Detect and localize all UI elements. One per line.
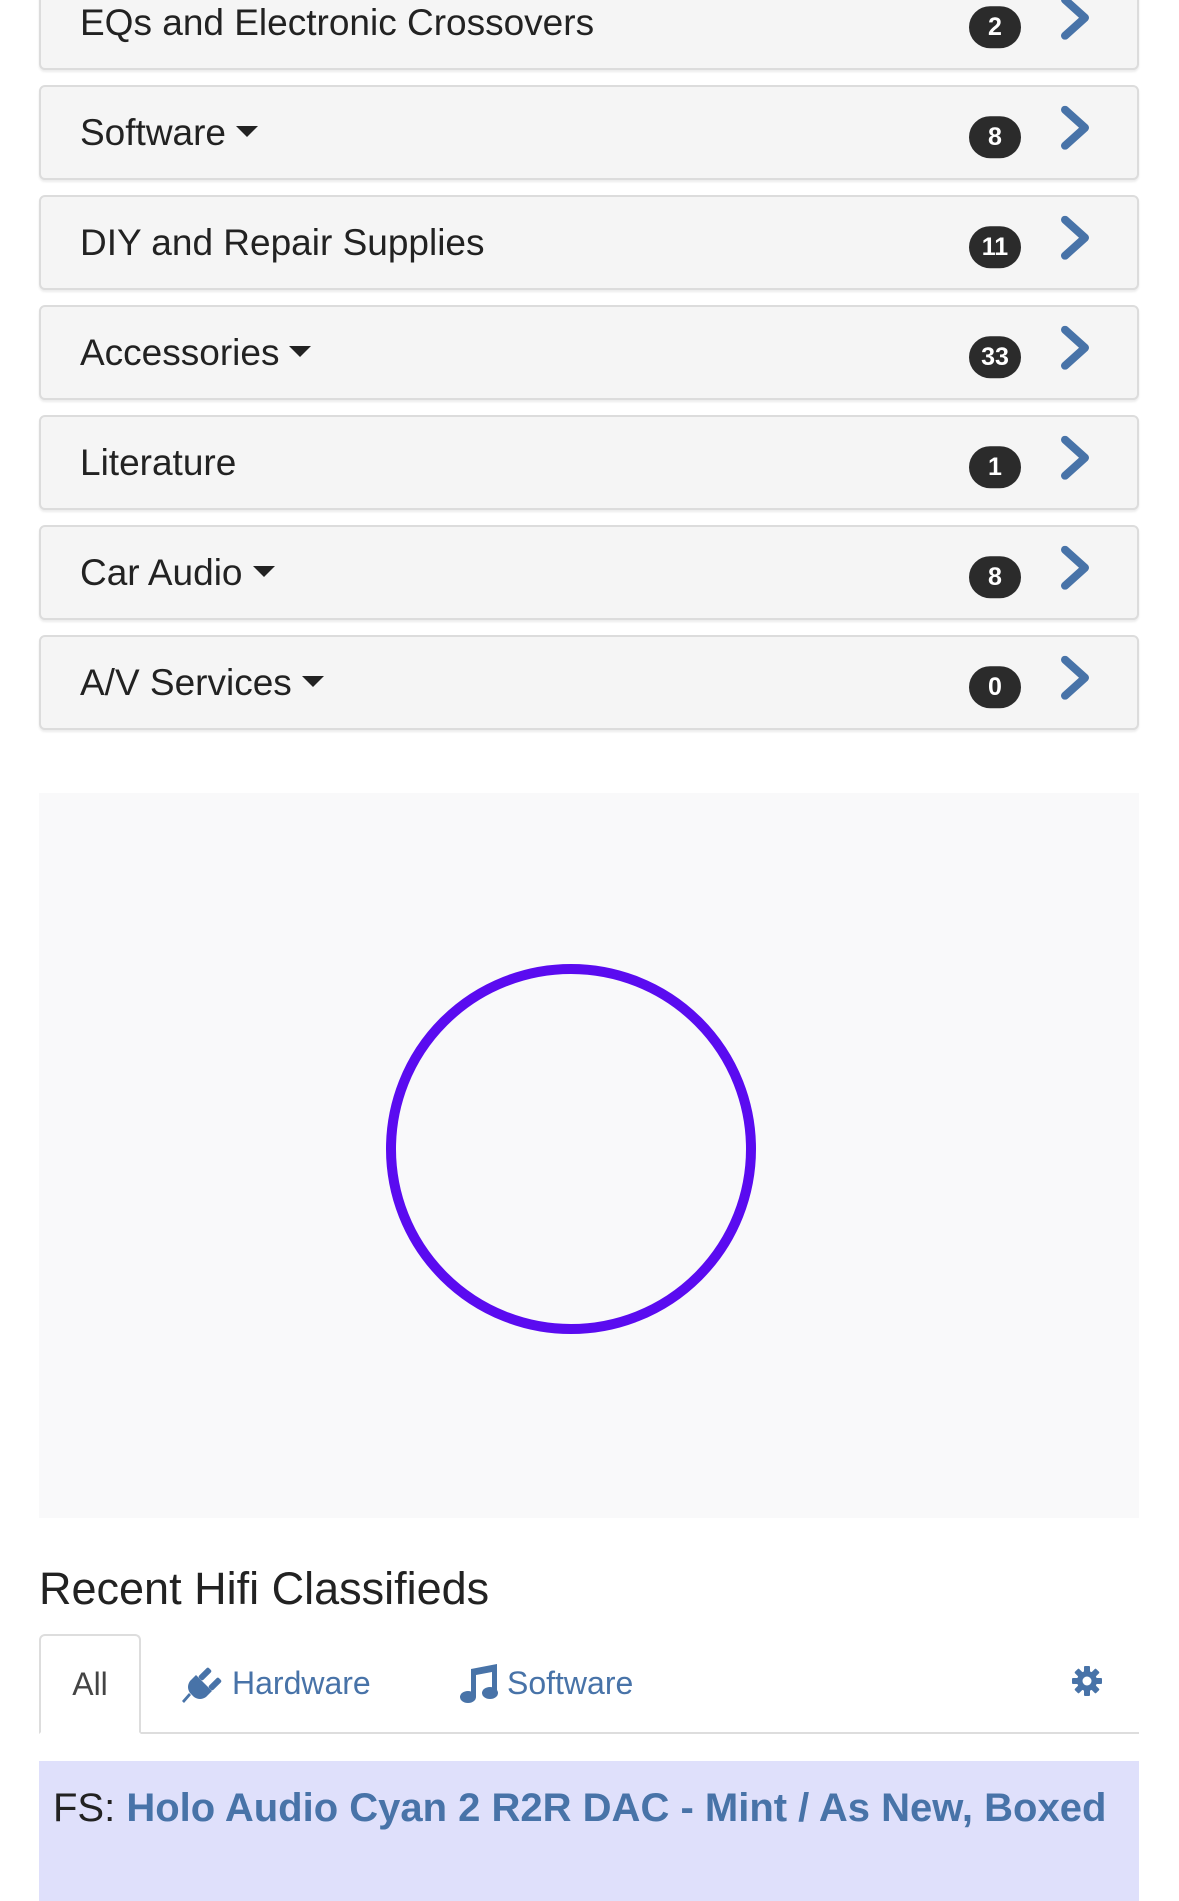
chevron-right-icon	[1061, 105, 1089, 150]
loading-spinner-icon	[386, 964, 756, 1334]
tab-software[interactable]: Software	[457, 1634, 633, 1732]
tab-hardware[interactable]: Hardware	[182, 1634, 371, 1732]
category-item-eqs[interactable]: EQs and Electronic Crossovers 2	[39, 0, 1139, 70]
count-badge: 33	[969, 335, 1021, 378]
chevron-right-icon	[1061, 215, 1089, 260]
caret-down-icon[interactable]	[301, 676, 324, 688]
category-item-av-services[interactable]: A/V Services 0	[39, 635, 1139, 730]
listing-prefix: FS:	[53, 1786, 127, 1830]
count-badge: 2	[969, 5, 1021, 48]
tab-label: Hardware	[232, 1664, 371, 1701]
count-badge: 8	[969, 555, 1021, 598]
category-item-software[interactable]: Software 8	[39, 85, 1139, 180]
caret-down-icon[interactable]	[252, 566, 275, 578]
caret-down-icon[interactable]	[289, 346, 312, 358]
category-list: EQs and Electronic Crossovers 2 Software…	[39, 0, 1139, 745]
chevron-right-icon	[1061, 435, 1089, 480]
caret-down-icon[interactable]	[236, 126, 259, 138]
plug-icon	[182, 1667, 222, 1703]
ad-loading-panel	[39, 793, 1139, 1518]
count-badge: 11	[969, 225, 1021, 268]
gear-icon[interactable]	[1071, 1665, 1103, 1697]
listing-item: FS: Holo Audio Cyan 2 R2R DAC - Mint / A…	[39, 1761, 1139, 1901]
tab-label: Software	[507, 1664, 634, 1701]
category-label: Car Audio	[80, 552, 275, 594]
category-item-diy-repair[interactable]: DIY and Repair Supplies 11	[39, 195, 1139, 290]
count-badge: 0	[969, 665, 1021, 708]
chevron-right-icon	[1061, 0, 1089, 40]
count-badge: 8	[969, 115, 1021, 158]
chevron-right-icon	[1061, 545, 1089, 590]
category-item-accessories[interactable]: Accessories 33	[39, 305, 1139, 400]
tab-label: All	[72, 1665, 108, 1702]
classifieds-tabs: All Hardware Software	[39, 1634, 1139, 1734]
chevron-right-icon	[1061, 325, 1089, 370]
tab-all[interactable]: All	[39, 1634, 141, 1734]
chevron-right-icon	[1061, 655, 1089, 700]
category-label: Literature	[80, 441, 237, 483]
category-label: Accessories	[80, 332, 312, 374]
category-label: EQs and Electronic Crossovers	[80, 1, 595, 43]
category-item-literature[interactable]: Literature 1	[39, 415, 1139, 510]
category-label: Software	[80, 112, 259, 154]
count-badge: 1	[969, 445, 1021, 488]
category-label: A/V Services	[80, 662, 324, 704]
section-title: Recent Hifi Classifieds	[39, 1563, 490, 1614]
listing-link[interactable]: Holo Audio Cyan 2 R2R DAC - Mint / As Ne…	[126, 1786, 1106, 1830]
music-note-icon	[460, 1664, 498, 1703]
category-item-car-audio[interactable]: Car Audio 8	[39, 525, 1139, 620]
category-label: DIY and Repair Supplies	[80, 221, 485, 263]
